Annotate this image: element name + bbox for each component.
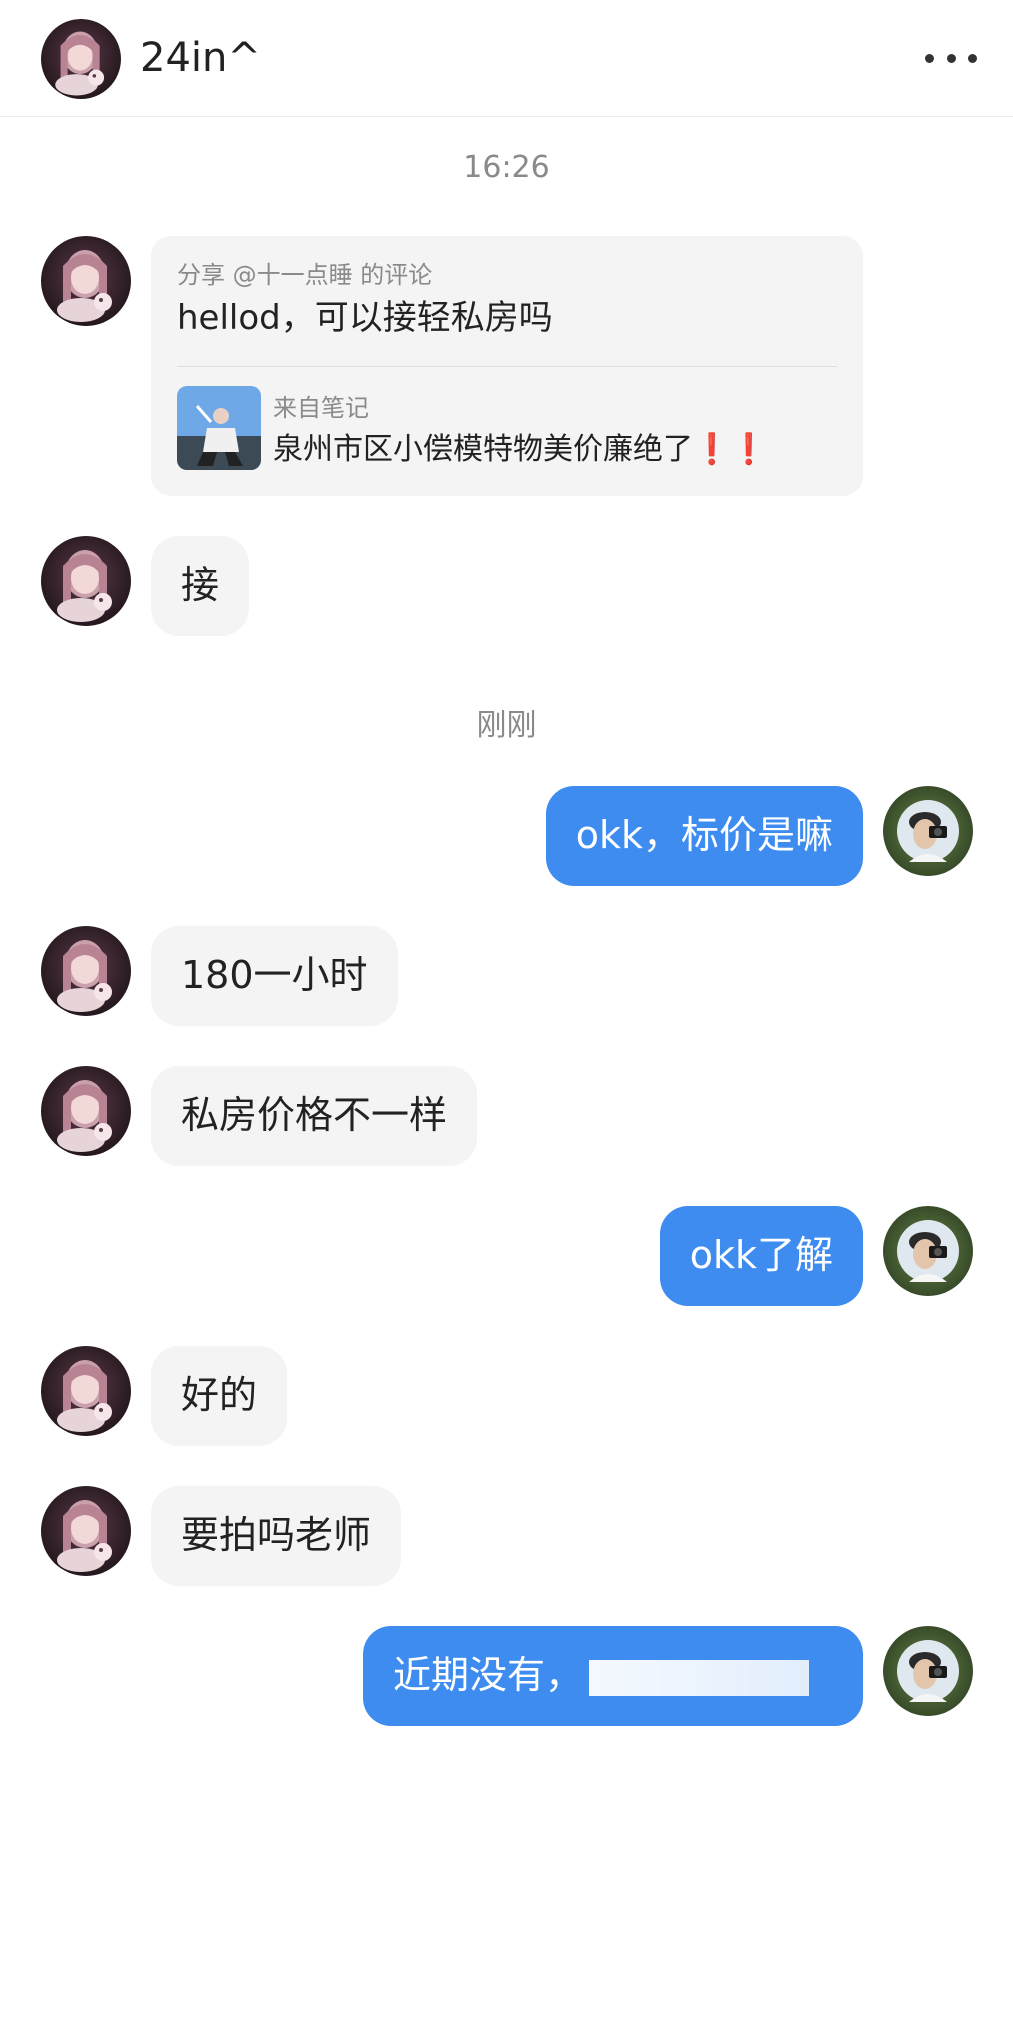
my-avatar[interactable] (883, 1206, 973, 1296)
female-avatar-icon (41, 1486, 131, 1576)
my-avatar[interactable] (883, 786, 973, 876)
female-avatar-icon (41, 1346, 131, 1436)
male-avatar-icon (883, 786, 973, 876)
sender-avatar[interactable] (41, 1346, 131, 1436)
note-thumbnail-icon (177, 386, 261, 470)
note-title: 泉州市区小偿模特物美价廉绝了❗❗ (273, 432, 768, 467)
sender-avatar[interactable] (41, 236, 131, 326)
contact-avatar[interactable] (41, 19, 121, 99)
male-avatar-icon (883, 1206, 973, 1296)
timestamp: 16:26 (463, 150, 550, 185)
outgoing-message[interactable]: 近期没有， (363, 1626, 863, 1726)
sender-avatar[interactable] (41, 1486, 131, 1576)
female-avatar-icon (41, 536, 131, 626)
outgoing-message[interactable]: okk，标价是嘛 (545, 786, 863, 886)
redacted-area (589, 1659, 810, 1696)
more-horizontal-icon (925, 53, 934, 63)
chat-header: 24in^ (0, 0, 1013, 117)
note-source-label: 来自笔记 (273, 394, 369, 422)
more-options-button[interactable] (925, 38, 977, 78)
shared-comment-text: hellod，可以接轻私房吗 (177, 298, 553, 338)
share-header: 分享 @十一点睡 的评论 (177, 261, 433, 289)
incoming-message[interactable]: 私房价格不一样 (151, 1066, 478, 1166)
incoming-message[interactable]: 好的 (151, 1346, 288, 1446)
my-avatar[interactable] (883, 1626, 973, 1716)
exclamation-emoji: ❗❗ (693, 432, 768, 467)
sender-avatar[interactable] (41, 1066, 131, 1156)
incoming-message[interactable]: 要拍吗老师 (151, 1486, 402, 1586)
linked-note[interactable]: 来自笔记 泉州市区小偿模特物美价廉绝了❗❗ (177, 386, 837, 470)
incoming-message[interactable]: 接 (151, 536, 250, 636)
incoming-message[interactable]: 180一小时 (151, 926, 398, 1026)
sender-avatar[interactable] (41, 536, 131, 626)
outgoing-message[interactable]: okk了解 (659, 1206, 863, 1306)
contact-name[interactable]: 24in^ (140, 30, 261, 86)
female-avatar-icon (41, 19, 121, 99)
female-avatar-icon (41, 926, 131, 1016)
timestamp: 刚刚 (476, 708, 537, 743)
male-avatar-icon (883, 1626, 973, 1716)
female-avatar-icon (41, 236, 131, 326)
chat-screen: 24in^ 16:26 分享 @十一点睡 的评论 hellod，可以接轻私房吗 (0, 0, 1013, 2027)
divider (177, 366, 837, 367)
shared-comment-card[interactable]: 分享 @十一点睡 的评论 hellod，可以接轻私房吗 来自笔记 泉州市区小偿模… (151, 236, 863, 496)
female-avatar-icon (41, 1066, 131, 1156)
sender-avatar[interactable] (41, 926, 131, 1016)
